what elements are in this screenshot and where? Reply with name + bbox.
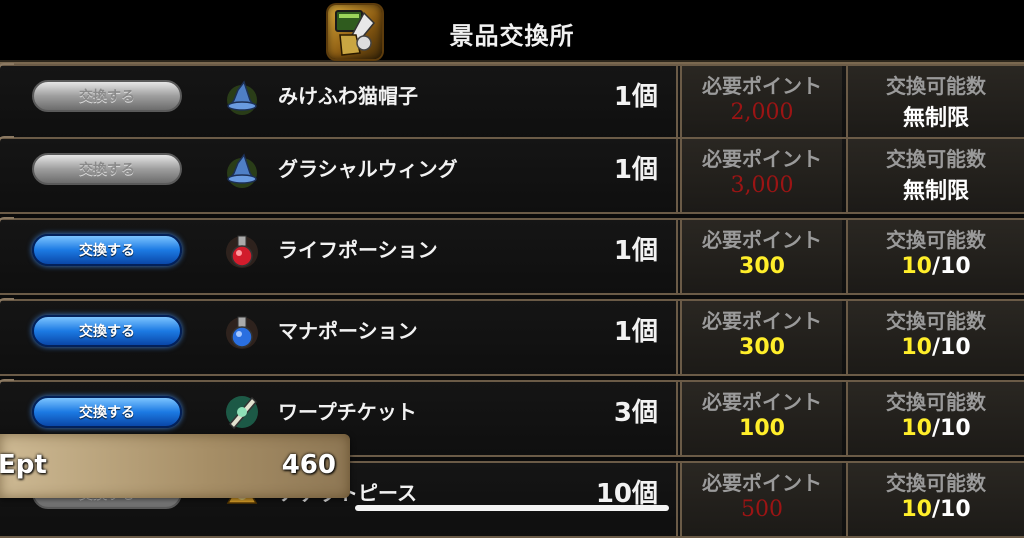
item-name: ライフポーション — [278, 238, 438, 262]
exchange-limit-label: 交換可能数 — [886, 390, 986, 414]
exchange-limit-text: /10 — [931, 335, 971, 360]
ept-label: Ept — [0, 450, 47, 480]
required-points-value: 500 — [741, 497, 783, 522]
item-name: みけふわ猫帽子 — [278, 84, 418, 108]
required-points-cell: 必要ポイント 300 — [680, 301, 842, 374]
exchange-limit-value: 無制限 — [848, 173, 1024, 205]
exchange-remaining: 10 — [901, 335, 932, 360]
frame-ornament — [0, 379, 14, 395]
exchange-limit-cell: 交換可能数 10/10 — [846, 382, 1024, 455]
required-points-cell: 必要ポイント 100 — [680, 382, 842, 455]
home-indicator[interactable] — [355, 505, 669, 511]
required-points-label: 必要ポイント — [702, 228, 822, 252]
exchange-button[interactable]: 交換する — [32, 315, 182, 347]
red-potion-icon — [224, 230, 260, 270]
exchange-limit-value: 10/10 — [848, 416, 1024, 441]
ept-balance-panel: Ept 460 — [0, 434, 350, 498]
required-points-value: 300 — [739, 335, 785, 360]
page-title: 景品交換所 — [449, 22, 575, 50]
required-points-label: 必要ポイント — [702, 309, 822, 333]
header-bar: 景品交換所 — [0, 0, 1024, 64]
exchange-limit-label: 交換可能数 — [886, 74, 986, 98]
frame-ornament — [0, 298, 14, 314]
item-quantity: 1個 — [613, 236, 658, 266]
required-points-cell: 必要ポイント 3,000 — [680, 139, 842, 212]
exchange-limit-value: 10/10 — [848, 497, 1024, 522]
item-quantity: 3個 — [613, 398, 658, 428]
exchange-limit-text: 無制限 — [902, 106, 969, 131]
exchange-limit-label: 交換可能数 — [886, 309, 986, 333]
exchange-limit-value: 10/10 — [848, 335, 1024, 360]
exchange-limit-label: 交換可能数 — [886, 471, 986, 495]
wizard-hat-icon — [224, 76, 260, 116]
exchange-remaining: 10 — [901, 416, 932, 441]
item-name: グラシャルウィング — [278, 157, 458, 181]
required-points-label: 必要ポイント — [702, 471, 822, 495]
exchange-limit-cell: 交換可能数 10/10 — [846, 463, 1024, 536]
item-quantity: 1個 — [613, 317, 658, 347]
blue-potion-icon — [224, 311, 260, 351]
exchange-limit-cell: 交換可能数 10/10 — [846, 301, 1024, 374]
exchange-limit-cell: 交換可能数 無制限 — [846, 139, 1024, 212]
exchange-limit-cell: 交換可能数 10/10 — [846, 220, 1024, 293]
frame-ornament — [0, 63, 14, 79]
required-points-cell: 必要ポイント 500 — [680, 463, 842, 536]
prize-row: 交換する マナポーション 1個 必要ポイント 300 交換可能数 10/10 — [0, 298, 1024, 376]
frame-ornament — [0, 217, 14, 233]
required-points-cell: 必要ポイント 300 — [680, 220, 842, 293]
required-points-value: 100 — [739, 416, 785, 441]
warp-ticket-icon — [224, 392, 260, 432]
prize-row: 交換する ライフポーション 1個 必要ポイント 300 交換可能数 10/10 — [0, 217, 1024, 295]
frame-ornament — [0, 136, 14, 152]
exchange-limit-cell: 交換可能数 無制限 — [846, 66, 1024, 139]
prize-info-panel: 交換する グラシャルウィング 1個 — [0, 136, 678, 212]
exchange-limit-text: /10 — [931, 254, 971, 279]
exchange-remaining: 10 — [901, 497, 932, 522]
exchange-button[interactable]: 交換する — [32, 234, 182, 266]
prize-row: 交換する グラシャルウィング 1個 必要ポイント 3,000 交換可能数 無制限 — [0, 136, 1024, 214]
required-points-value: 300 — [739, 254, 785, 279]
wizard-hat-icon — [224, 149, 260, 189]
exchange-limit-label: 交換可能数 — [886, 147, 986, 171]
exchange-limit-value: 無制限 — [848, 100, 1024, 132]
exchange-limit-text: /10 — [931, 497, 971, 522]
prize-row: 交換する みけふわ猫帽子 1個 必要ポイント 2,000 交換可能数 無制限 — [0, 63, 1024, 141]
exchange-button[interactable]: 交換する — [32, 396, 182, 428]
exchange-button[interactable]: 交換する — [32, 153, 182, 185]
prize-info-panel: 交換する みけふわ猫帽子 1個 — [0, 63, 678, 139]
prize-info-panel: 交換する ライフポーション 1個 — [0, 217, 678, 293]
exchange-button[interactable]: 交換する — [32, 80, 182, 112]
item-quantity: 1個 — [613, 82, 658, 112]
required-points-label: 必要ポイント — [702, 74, 822, 98]
item-name: マナポーション — [278, 319, 418, 343]
exchange-remaining: 10 — [901, 254, 932, 279]
required-points-label: 必要ポイント — [702, 390, 822, 414]
ept-value: 460 — [281, 450, 336, 480]
required-points-value: 3,000 — [730, 173, 794, 198]
exchange-limit-text: /10 — [931, 416, 971, 441]
required-points-cell: 必要ポイント 2,000 — [680, 66, 842, 139]
item-quantity: 1個 — [613, 155, 658, 185]
required-points-value: 2,000 — [730, 100, 794, 125]
exchange-limit-text: 無制限 — [902, 179, 969, 204]
exchange-limit-label: 交換可能数 — [886, 228, 986, 252]
required-points-label: 必要ポイント — [702, 147, 822, 171]
exchange-limit-value: 10/10 — [848, 254, 1024, 279]
prize-info-panel: 交換する マナポーション 1個 — [0, 298, 678, 374]
item-name: ワープチケット — [278, 400, 417, 424]
